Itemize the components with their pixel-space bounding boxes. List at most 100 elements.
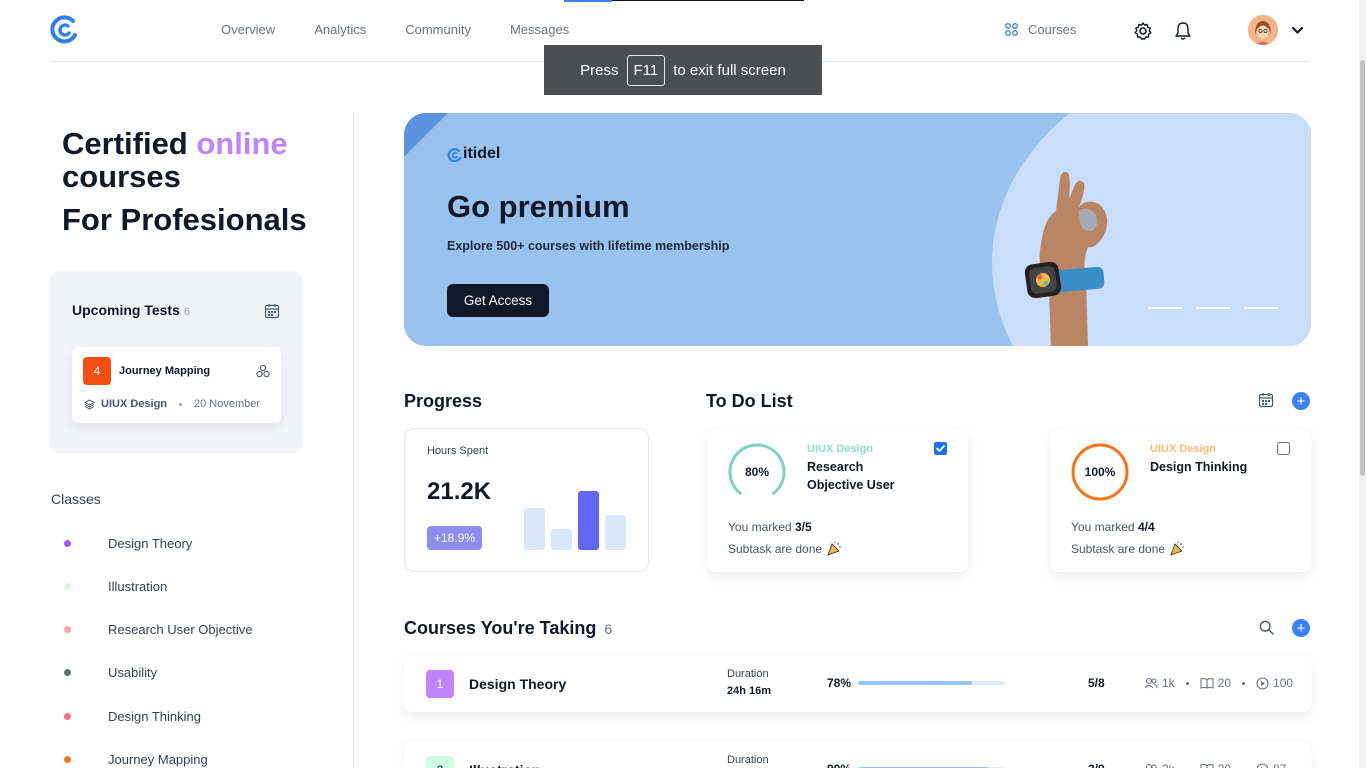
carousel-dot[interactable] [1196, 307, 1230, 309]
banner-title: Go premium [447, 189, 630, 224]
hours-spent-label: Hours Spent [427, 445, 489, 457]
todo-percent: 80% [744, 465, 770, 479]
course-videos: 87 [1273, 762, 1286, 768]
hero-title-part1: Certified [62, 126, 188, 161]
test-meta: UIUX Design 20 November [84, 398, 260, 410]
test-date: 20 November [194, 398, 261, 410]
toast-prefix: Press [580, 61, 619, 79]
class-bullet [64, 755, 71, 763]
course-students: 2k [1162, 762, 1175, 768]
add-course-button[interactable]: + [1292, 619, 1310, 637]
separator-dot [179, 402, 183, 406]
grid-icon [1005, 23, 1018, 36]
todo-marked-count: 3/5 [794, 520, 812, 534]
test-card[interactable]: 4 Journey Mapping UIUX Design 20 Novembe… [72, 347, 281, 423]
bell-icon[interactable] [1174, 21, 1192, 41]
premium-banner: itidel Go premium Explore 500+ courses w… [404, 113, 1311, 346]
course-row[interactable]: 2 Illustration Duration 90% 3/9 2k 30 87 [404, 742, 1311, 768]
book-icon [1200, 678, 1214, 689]
get-access-button[interactable]: Get Access [447, 284, 549, 317]
citidel-logo-icon[interactable] [49, 13, 79, 47]
todo-done-text: Subtask are done [1071, 541, 1166, 556]
tab-indicator [564, 0, 612, 2]
nav-analytics[interactable]: Analytics [314, 22, 366, 37]
upcoming-tests-label: Upcoming Tests [72, 302, 180, 318]
banner-brand: itidel [447, 145, 500, 163]
class-item[interactable]: Illustration [64, 576, 167, 596]
class-bullet [64, 582, 71, 590]
nav-messages[interactable]: Messages [510, 22, 569, 37]
class-label: Illustration [108, 578, 168, 594]
todo-card[interactable]: 80% UIUX Design Research Objective User … [707, 430, 968, 572]
course-number-badge: 1 [426, 670, 454, 698]
todo-title: To Do List [706, 391, 793, 411]
class-item[interactable]: Design Theory [64, 533, 192, 553]
banner-brand-name: itidel [463, 145, 501, 162]
play-circle-icon [1256, 676, 1269, 690]
todo-marked: You marked 4/4 [1071, 520, 1155, 534]
flow-icon[interactable] [256, 364, 270, 378]
class-item[interactable]: Research User Objective [64, 619, 253, 639]
course-number-badge: 2 [426, 756, 454, 768]
toast-suffix: to exit full screen [673, 61, 786, 79]
todo-checkbox-checked[interactable] [934, 442, 947, 455]
banner-subtitle: Explore 500+ courses with lifetime membe… [447, 239, 730, 253]
todo-marked-prefix: You marked [728, 520, 792, 534]
course-videos: 100 [1273, 676, 1294, 690]
todo-done: Subtask are done [1071, 541, 1185, 556]
search-icon[interactable] [1259, 620, 1274, 635]
upcoming-tests-count: 6 [183, 306, 190, 318]
course-percent: 90% [827, 762, 851, 768]
class-bullet [64, 625, 71, 633]
toast-key: F11 [626, 54, 666, 86]
todo-marked-count: 4/4 [1137, 520, 1155, 534]
separator-dot [1242, 681, 1246, 685]
party-popper-icon [827, 541, 841, 556]
class-item[interactable]: Journey Mapping [64, 749, 208, 768]
ok-hand-watch-illustration [1024, 171, 1108, 346]
hours-spent-value: 21.2K [427, 478, 492, 505]
course-students: 1k [1162, 676, 1175, 690]
carousel-dot[interactable] [1244, 307, 1278, 309]
tab-indicator-dark [612, 0, 804, 1]
carousel-dot[interactable] [1148, 307, 1182, 309]
hours-bar [578, 491, 599, 550]
todo-marked-prefix: You marked [1071, 520, 1135, 534]
nav-courses-label: Courses [1028, 22, 1077, 37]
scrollbar-thumb[interactable] [1360, 60, 1365, 476]
todo-card[interactable]: 100% UIUX Design Design Thinking You mar… [1050, 430, 1311, 572]
courses-title: Courses You're Taking 6 [404, 618, 612, 639]
calendar-icon[interactable] [264, 303, 280, 319]
todo-marked: You marked 3/5 [728, 520, 812, 534]
hero-title-accent: online [196, 126, 288, 161]
avatar[interactable] [1248, 15, 1278, 45]
course-progress-bar [858, 681, 1004, 685]
gear-icon[interactable] [1133, 21, 1153, 41]
class-item[interactable]: Usability [64, 662, 157, 682]
todo-checkbox-unchecked[interactable] [1277, 442, 1290, 455]
nav-courses[interactable]: Courses [1005, 22, 1076, 37]
todo-done: Subtask are done [728, 541, 842, 556]
test-name: Journey Mapping [119, 365, 211, 377]
progress-title: Progress [404, 391, 483, 411]
course-fraction: 5/8 [1088, 676, 1105, 690]
hero-subtitle: For Profesionals [62, 202, 307, 237]
nav-community[interactable]: Community [405, 22, 471, 37]
add-todo-button[interactable]: + [1292, 392, 1310, 410]
carousel-indicators[interactable] [1148, 307, 1278, 309]
fullscreen-toast: Press F11 to exit full screen [544, 45, 822, 95]
change-badge: +18.9% [427, 526, 482, 550]
party-popper-icon [1170, 541, 1184, 556]
hero-title: Certified online courses [62, 127, 342, 193]
todo-name: Design Thinking [1150, 460, 1248, 474]
course-row[interactable]: 1 Design Theory Duration 24h 16m 78% 5/8 1k 20 1… [404, 656, 1311, 712]
hours-bar [605, 515, 626, 550]
separator-dot [1185, 681, 1189, 685]
chevron-down-icon[interactable] [1291, 24, 1304, 36]
class-label: Research User Objective [108, 621, 253, 637]
courses-title-label: Courses You're Taking [404, 618, 597, 638]
classes-title: Classes [51, 491, 101, 507]
class-item[interactable]: Design Thinking [64, 706, 201, 726]
nav-overview[interactable]: Overview [221, 22, 275, 37]
calendar-icon[interactable] [1258, 392, 1274, 408]
